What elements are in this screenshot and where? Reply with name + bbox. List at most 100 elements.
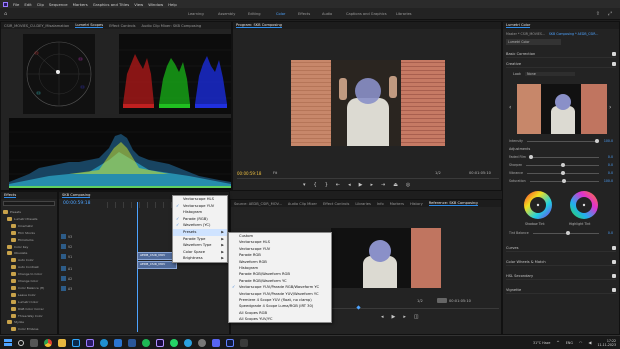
share-icon[interactable]: ⇪ (596, 11, 600, 17)
timeline-clip[interactable]: AEDB_CSIR_MOV (137, 252, 177, 260)
file-explorer-icon[interactable] (57, 338, 66, 347)
highlight-tint-wheel[interactable] (569, 190, 599, 220)
effects-tree-item[interactable]: Auto Color (11, 257, 34, 263)
section-hsl-secondary[interactable]: HSL Secondary (506, 272, 616, 280)
section-basic-correction[interactable]: Basic Correction (506, 50, 616, 58)
go-to-out-icon[interactable]: ⇥ (381, 182, 385, 188)
slider-knob[interactable] (560, 163, 565, 167)
section-checkbox[interactable] (612, 287, 616, 292)
tab-scopes-1[interactable]: Lumetri Scopes (75, 23, 104, 28)
track-v2[interactable]: V2 (59, 242, 72, 251)
tab-scopes-0[interactable]: CSIR_MOVIES_CU-DEY_Misalamation (4, 24, 69, 28)
intensity-slider[interactable]: Intensity 100.0 (509, 138, 613, 144)
ref-play-icon[interactable]: ▶ (392, 314, 396, 320)
effects-search-input[interactable] (3, 201, 55, 206)
workspace-assembly[interactable]: Assembly (218, 12, 235, 16)
menu-item-clip[interactable]: Clip (37, 2, 44, 7)
effects-tree-item[interactable]: Leave Color (11, 292, 36, 298)
settings-icon[interactable] (197, 338, 206, 347)
section-color-wheels-match[interactable]: Color Wheels & Match (506, 258, 616, 266)
system-tray-chevron-icon[interactable]: ^ (556, 340, 559, 345)
look-dropdown[interactable]: None (524, 72, 575, 76)
workspace-color[interactable]: Color (276, 12, 285, 16)
home-icon[interactable]: ⌂ (4, 11, 7, 17)
effects-tree-item[interactable]: Auto Contrast (11, 264, 39, 270)
telegram-icon[interactable] (183, 338, 192, 347)
effects-tree-item[interactable]: Filmstocks (11, 237, 34, 243)
slider-track[interactable] (529, 155, 599, 159)
tab-source-0[interactable]: Source: AEDB_CSIR_MOV... (234, 202, 282, 206)
effects-tree-item[interactable]: Cinematic (11, 223, 33, 229)
slider-value[interactable]: 0.0 (603, 171, 613, 175)
intensity-value[interactable]: 100.0 (603, 139, 613, 143)
ref-step-forward-icon[interactable]: ▸ (403, 314, 406, 320)
slider-faded-film[interactable]: Faded Film 0.0 (509, 154, 613, 160)
task-view-icon[interactable] (29, 338, 38, 347)
track-a3[interactable]: A3 (59, 284, 72, 293)
tab-source-2[interactable]: Effect Controls (323, 202, 349, 206)
tab-scopes-3[interactable]: Audio Clip Mixer: SKB Composing (141, 24, 201, 28)
effects-tree-item[interactable]: Three-Way Color (11, 313, 43, 319)
tab-source-7[interactable]: Reference: SKB Composing (428, 201, 478, 206)
section-creative[interactable]: Creative (506, 60, 616, 68)
tab-lumetri-color[interactable]: Lumetri Color (506, 23, 531, 28)
tab-source-3[interactable]: Libraries (355, 202, 371, 206)
timeline-timecode[interactable]: 00:00:59:18 (63, 201, 90, 206)
word-icon[interactable] (127, 338, 136, 347)
program-zoom[interactable]: Fit (273, 171, 277, 175)
chrome-icon[interactable] (43, 338, 52, 347)
menu-item-window[interactable]: Window (148, 2, 163, 7)
tab-source-1[interactable]: Audio Clip Mixer (288, 202, 317, 206)
tab-source-5[interactable]: Markers (390, 202, 404, 206)
store-icon[interactable] (239, 338, 248, 347)
workspace-captions-and-graphics[interactable]: Captions and Graphics (346, 12, 387, 16)
tab-effects[interactable]: Effects (4, 193, 17, 198)
mark-in-icon[interactable]: { (314, 182, 317, 188)
effects-tree-item[interactable]: Change Color (11, 278, 38, 284)
context-menu-item[interactable]: ✓ Parade (RGB) (173, 216, 227, 223)
context-menu-item[interactable]: ✓ Waveform (YC) (173, 222, 227, 229)
go-to-in-icon[interactable]: ⇤ (336, 182, 340, 188)
adjustments-header[interactable]: Adjustments (509, 147, 530, 151)
lumetri-clip-selector[interactable]: Master * CSIR_MOVIES... SKB Composing * … (506, 32, 598, 36)
tint-balance-slider[interactable]: Tint Balance 0.0 (509, 230, 613, 236)
slider-track[interactable] (529, 179, 599, 183)
play-icon[interactable]: ▶ (359, 182, 363, 188)
slider-vibrance[interactable]: Vibrance 0.0 (509, 170, 613, 176)
context-menu-item[interactable]: Parade Type ▶ (173, 236, 227, 243)
context-menu-item[interactable]: Vectorscope HLS (173, 196, 227, 203)
add-marker-icon[interactable]: ▾ (303, 182, 306, 188)
track-v1[interactable]: V1 (59, 252, 72, 261)
look-prev-icon[interactable]: ‹ (509, 104, 511, 111)
effects-tree-item[interactable]: Stylize (7, 319, 24, 325)
section-curves[interactable]: Curves (506, 244, 616, 252)
preset-menu-item[interactable]: All Scopes YUV/YC (229, 316, 331, 322)
context-menu-item[interactable]: Waveform Type ▶ (173, 242, 227, 249)
windows-start-icon[interactable] (4, 338, 12, 347)
context-menu-item[interactable]: Presets ▶ (173, 228, 227, 236)
menu-item-file[interactable]: File (13, 2, 19, 7)
step-back-icon[interactable]: ◂ (348, 182, 351, 188)
program-quality[interactable]: 1/2 (435, 171, 441, 175)
slider-sharpen[interactable]: Sharpen 0.0 (509, 162, 613, 168)
menu-item-markers[interactable]: Markers (73, 2, 88, 7)
reference-quality[interactable]: 1/2 (417, 299, 423, 303)
slider-value[interactable]: 0.0 (603, 155, 613, 159)
tab-source-6[interactable]: History (410, 202, 423, 206)
tab-scopes-2[interactable]: Effect Controls (109, 24, 135, 28)
effects-tree-item[interactable]: Color Key (7, 244, 28, 250)
effects-tree-item[interactable]: Color Balance (H) (11, 285, 44, 291)
discord-icon[interactable] (211, 338, 220, 347)
whatsapp-icon[interactable] (169, 338, 178, 347)
lumetri-master-label[interactable]: Master * CSIR_MOVIES... (506, 32, 545, 36)
effects-tree-item[interactable]: Obsolete (7, 250, 27, 256)
media-encoder-icon[interactable] (225, 338, 234, 347)
context-menu-item[interactable]: Histogram (173, 209, 227, 216)
step-forward-icon[interactable]: ▸ (370, 182, 373, 188)
weather-widget[interactable]: 31°C Haze (533, 341, 550, 345)
slider-knob[interactable] (529, 155, 534, 159)
menu-item-edit[interactable]: Edit (24, 2, 31, 7)
clock[interactable]: 17:22 11-11-2023 (597, 339, 616, 347)
section-checkbox[interactable] (612, 273, 616, 278)
menu-item-view[interactable]: View (134, 2, 143, 7)
